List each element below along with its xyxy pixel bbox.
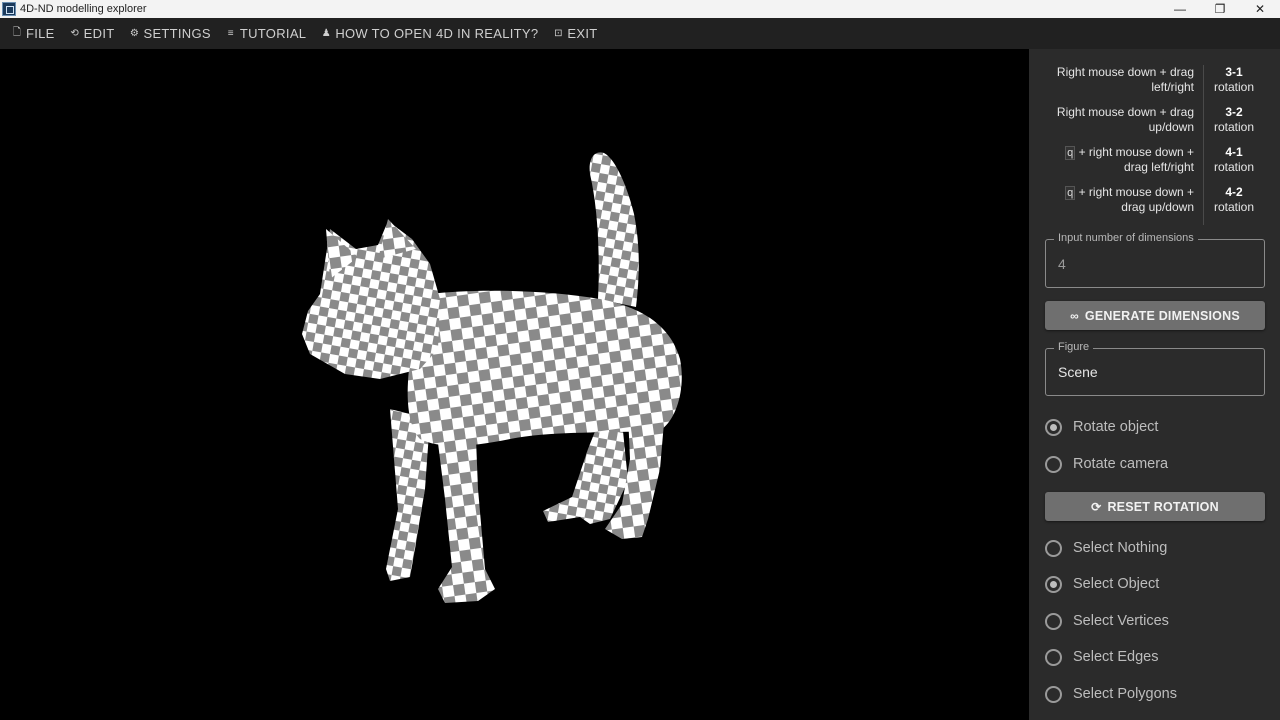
- rotation-label: rotation: [1213, 160, 1255, 174]
- generate-dimensions-label: GENERATE DIMENSIONS: [1084, 308, 1240, 323]
- close-button[interactable]: ✕: [1240, 0, 1280, 18]
- window-title: 4D-ND modelling explorer: [20, 3, 147, 15]
- radio-select-nothing[interactable]: Select Nothing: [1045, 536, 1167, 560]
- reset-rotation-label: RESET ROTATION: [1107, 499, 1219, 514]
- menu-edit[interactable]: ⟲ EDIT: [70, 26, 115, 41]
- reset-icon: ⟳: [1091, 499, 1102, 514]
- cat-tail: [589, 152, 639, 307]
- menu-label: TUTORIAL: [239, 26, 307, 41]
- file-icon: 🗋: [12, 27, 22, 38]
- control-panel: Right mouse down + drag left/right 3-1 r…: [1029, 49, 1280, 720]
- generate-dimensions-button[interactable]: ∞ GENERATE DIMENSIONS: [1045, 301, 1265, 330]
- menu-how-to-open-4d[interactable]: ♟ HOW TO OPEN 4D IN REALITY?: [321, 26, 538, 41]
- reset-rotation-button[interactable]: ⟳ RESET ROTATION: [1045, 492, 1265, 521]
- menu-settings[interactable]: ⚙ SETTINGS: [129, 26, 211, 41]
- dimensions-input-label: Input number of dimensions: [1054, 232, 1198, 244]
- key-q-badge: q: [1065, 146, 1076, 160]
- radio-checked-icon: [1045, 575, 1062, 593]
- help-description: q + right mouse down + drag left/right: [1029, 145, 1204, 185]
- radio-label: Select Edges: [1073, 649, 1159, 665]
- help-description: q + right mouse down + drag up/down: [1029, 185, 1204, 225]
- cat-leg-back-far: [543, 419, 628, 524]
- help-row: Right mouse down + drag up/down 3-2 rota…: [1029, 105, 1280, 145]
- radio-unchecked-icon: [1045, 612, 1062, 630]
- rotation-plane: 3-2: [1225, 105, 1243, 119]
- key-q-badge: q: [1065, 186, 1076, 200]
- help-rotation: 4-2 rotation: [1204, 185, 1264, 225]
- radio-label: Select Polygons: [1073, 686, 1177, 702]
- menu-bar: 🗋 FILE ⟲ EDIT ⚙ SETTINGS ≡ TUTORIAL ♟ HO…: [0, 18, 1280, 49]
- window-controls: — ❐ ✕: [1160, 0, 1280, 18]
- radio-select-edges[interactable]: Select Edges: [1045, 645, 1158, 669]
- help-line-1: + right mouse down +: [1078, 185, 1194, 199]
- rotation-plane: 4-2: [1225, 185, 1243, 199]
- radio-unchecked-icon: [1045, 685, 1062, 703]
- help-row: q + right mouse down + drag up/down 4-2 …: [1029, 185, 1280, 225]
- help-line-1: Right mouse down + drag: [1056, 105, 1194, 119]
- 3d-viewport[interactable]: [0, 49, 1029, 720]
- person-icon: ♟: [321, 28, 331, 39]
- rotation-label: rotation: [1213, 120, 1255, 134]
- radio-unchecked-icon: [1045, 455, 1062, 473]
- radio-label: Rotate camera: [1073, 456, 1169, 472]
- help-line-2: left/right: [1151, 80, 1194, 94]
- rotation-label: rotation: [1213, 80, 1255, 94]
- menu-label: EXIT: [567, 26, 598, 41]
- radio-label: Select Nothing: [1073, 540, 1168, 556]
- app-icon: [2, 2, 16, 16]
- radio-rotate-object[interactable]: Rotate object: [1045, 415, 1158, 439]
- dimensions-input-value[interactable]: 4: [1058, 240, 1066, 287]
- radio-unchecked-icon: [1045, 648, 1062, 666]
- help-description: Right mouse down + drag left/right: [1029, 65, 1204, 105]
- help-description: Right mouse down + drag up/down: [1029, 105, 1204, 145]
- radio-select-vertices[interactable]: Select Vertices: [1045, 609, 1169, 633]
- minimize-button[interactable]: —: [1160, 0, 1200, 18]
- help-row: q + right mouse down + drag left/right 4…: [1029, 145, 1280, 185]
- cat-head: [302, 221, 440, 379]
- radio-checked-icon: [1045, 418, 1062, 436]
- list-icon: ≡: [227, 28, 234, 39]
- help-row: Right mouse down + drag left/right 3-1 r…: [1029, 65, 1280, 105]
- radio-rotate-camera[interactable]: Rotate camera: [1045, 452, 1168, 476]
- help-rotation: 4-1 rotation: [1204, 145, 1264, 185]
- cat-model[interactable]: [0, 49, 1029, 720]
- figure-select-value[interactable]: Scene: [1058, 349, 1098, 395]
- window-titlebar: 4D-ND modelling explorer — ❐ ✕: [0, 0, 1280, 18]
- exit-icon: ⊡: [554, 28, 563, 39]
- history-icon: ⟲: [70, 28, 79, 39]
- infinity-icon: ∞: [1070, 308, 1079, 323]
- controls-help-table: Right mouse down + drag left/right 3-1 r…: [1029, 65, 1280, 225]
- radio-select-polygons[interactable]: Select Polygons: [1045, 682, 1177, 706]
- help-line-1: Right mouse down + drag: [1056, 65, 1194, 79]
- rotation-plane: 3-1: [1225, 65, 1243, 79]
- radio-label: Rotate object: [1073, 419, 1159, 435]
- restore-button[interactable]: ❐: [1200, 0, 1240, 18]
- rotation-label: rotation: [1213, 200, 1255, 214]
- radio-unchecked-icon: [1045, 539, 1062, 557]
- help-line-2: drag left/right: [1123, 160, 1194, 174]
- radio-label: Select Vertices: [1073, 613, 1169, 629]
- menu-label: HOW TO OPEN 4D IN REALITY?: [335, 26, 539, 41]
- help-rotation: 3-2 rotation: [1204, 105, 1264, 145]
- menu-file[interactable]: 🗋 FILE: [12, 26, 55, 41]
- help-line-1: + right mouse down +: [1078, 145, 1194, 159]
- radio-select-object[interactable]: Select Object: [1045, 572, 1159, 596]
- radio-label: Select Object: [1073, 576, 1160, 592]
- figure-select[interactable]: Figure Scene: [1045, 341, 1265, 396]
- help-line-2: up/down: [1148, 120, 1194, 134]
- menu-label: FILE: [26, 26, 55, 41]
- help-line-2: drag up/down: [1121, 200, 1194, 214]
- dimensions-input[interactable]: Input number of dimensions 4: [1045, 232, 1265, 288]
- menu-tutorial[interactable]: ≡ TUTORIAL: [226, 26, 306, 41]
- gear-icon: ⚙: [129, 28, 140, 39]
- help-rotation: 3-1 rotation: [1204, 65, 1264, 105]
- menu-label: EDIT: [83, 26, 115, 41]
- menu-label: SETTINGS: [143, 26, 211, 41]
- menu-exit[interactable]: ⊡ EXIT: [553, 26, 597, 41]
- rotation-plane: 4-1: [1225, 145, 1243, 159]
